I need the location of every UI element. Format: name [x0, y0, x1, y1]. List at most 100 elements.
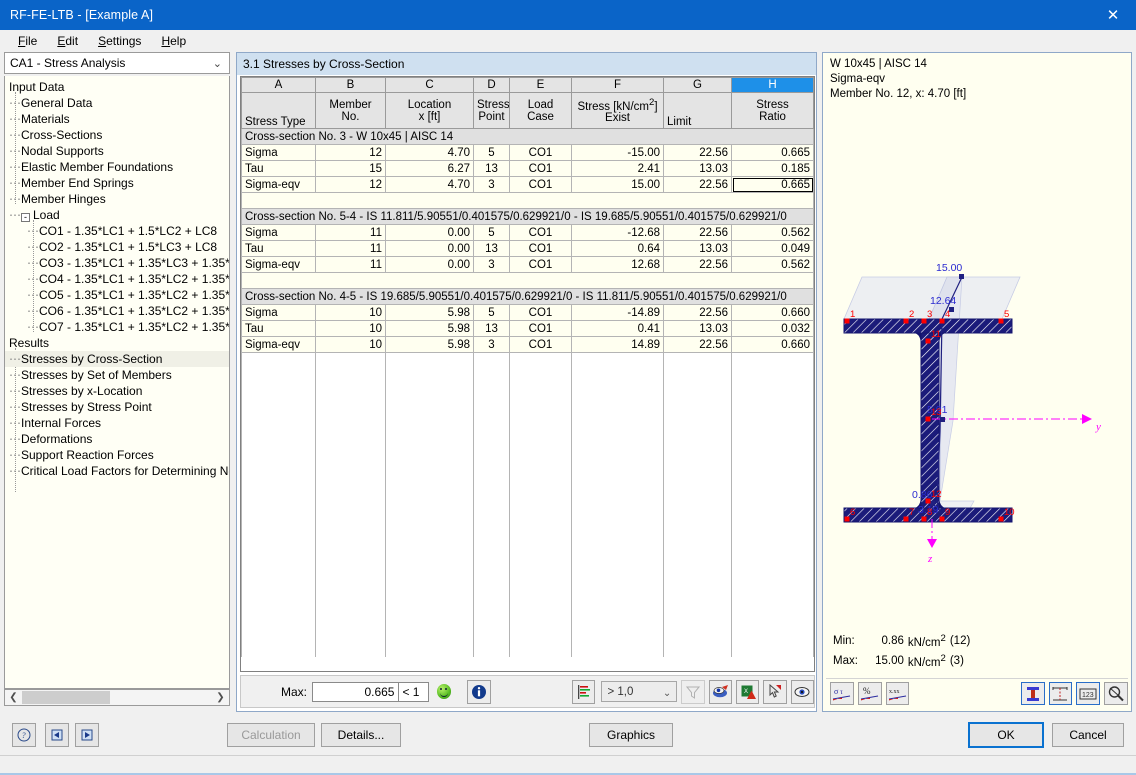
dimension-lines-icon[interactable]	[1049, 682, 1073, 705]
cell-point[interactable]: 5	[474, 305, 510, 321]
cell-location[interactable]: 5.98	[386, 337, 474, 353]
cell-ratio[interactable]: 0.665	[732, 145, 814, 161]
cell-limit[interactable]: 22.56	[664, 337, 732, 353]
scroll-right-icon[interactable]: ❯	[212, 692, 229, 703]
tree-item[interactable]: Input Data	[5, 79, 229, 95]
excel-export-icon[interactable]: X	[736, 680, 759, 704]
tree-item[interactable]: CO5 - 1.35*LC1 + 1.35*LC2 + 1.35*	[5, 287, 229, 303]
render-view-icon[interactable]	[709, 680, 732, 704]
analysis-case-combobox[interactable]: CA1 - Stress Analysis ⌄	[4, 52, 230, 74]
cell-limit[interactable]: 13.03	[664, 241, 732, 257]
column-letter-B[interactable]: B	[316, 78, 386, 93]
tree-item[interactable]: Member End Springs	[5, 175, 229, 191]
table-row[interactable]: Sigma-eqv124.703CO115.0022.560.665	[242, 177, 814, 193]
cell-ratio[interactable]: 0.665	[732, 177, 814, 193]
filter-threshold-select[interactable]: > 1,0 ⌄	[601, 681, 677, 702]
cell-type[interactable]: Sigma-eqv	[242, 257, 316, 273]
cell-load_case[interactable]: CO1	[510, 161, 572, 177]
tree-expander-icon[interactable]: -	[21, 213, 30, 222]
cell-exist[interactable]: -14.89	[572, 305, 664, 321]
cell-member[interactable]: 11	[316, 225, 386, 241]
stress-point-marker[interactable]	[999, 517, 1004, 522]
scroll-left-icon[interactable]: ❮	[5, 692, 22, 703]
tree-item[interactable]: Stresses by x-Location	[5, 383, 229, 399]
cell-ratio[interactable]: 0.032	[732, 321, 814, 337]
cell-load_case[interactable]: CO1	[510, 177, 572, 193]
cell-type[interactable]: Sigma-eqv	[242, 177, 316, 193]
close-icon[interactable]: ✕	[1090, 0, 1136, 30]
tree-item[interactable]: CO2 - 1.35*LC1 + 1.5*LC3 + LC8	[5, 239, 229, 255]
tree-item[interactable]: Stresses by Cross-Section	[5, 351, 229, 367]
cell-type[interactable]: Sigma	[242, 145, 316, 161]
table-row[interactable]: Tau156.2713CO12.4113.030.185	[242, 161, 814, 177]
cell-ratio[interactable]: 0.185	[732, 161, 814, 177]
cell-exist[interactable]: 2.41	[572, 161, 664, 177]
percent-diagram-icon[interactable]: %	[858, 682, 882, 705]
cell-type[interactable]: Sigma	[242, 225, 316, 241]
cell-ratio[interactable]: 0.049	[732, 241, 814, 257]
cell-member[interactable]: 15	[316, 161, 386, 177]
table-row[interactable]: Sigma-eqv110.003CO112.6822.560.562	[242, 257, 814, 273]
cell-limit[interactable]: 22.56	[664, 177, 732, 193]
cell-point[interactable]: 13	[474, 161, 510, 177]
cross-section-stress-diagram[interactable]: y z 15.0012.645.910.863.19 1234511131267…	[824, 111, 1130, 691]
cell-location[interactable]: 6.27	[386, 161, 474, 177]
stress-point-marker[interactable]	[845, 517, 850, 522]
cell-point[interactable]: 13	[474, 321, 510, 337]
menu-item-settings[interactable]: Settings	[88, 32, 151, 50]
table-row[interactable]: Sigma105.985CO1-14.8922.560.660	[242, 305, 814, 321]
tree-item[interactable]: CO1 - 1.35*LC1 + 1.5*LC2 + LC8	[5, 223, 229, 239]
tree-item[interactable]: Support Reaction Forces	[5, 447, 229, 463]
cell-ratio[interactable]: 0.660	[732, 305, 814, 321]
cell-member[interactable]: 10	[316, 305, 386, 321]
column-letter-H[interactable]: H	[732, 78, 814, 93]
menu-item-edit[interactable]: Edit	[47, 32, 88, 50]
tree-item[interactable]: Deformations	[5, 431, 229, 447]
cell-load_case[interactable]: CO1	[510, 225, 572, 241]
stress-point-marker[interactable]	[940, 319, 945, 324]
column-letter-C[interactable]: C	[386, 78, 474, 93]
cell-point[interactable]: 5	[474, 145, 510, 161]
cell-type[interactable]: Sigma-eqv	[242, 337, 316, 353]
funnel-icon[interactable]	[681, 680, 704, 704]
previous-module-icon[interactable]	[45, 723, 69, 747]
tree-item[interactable]: Member Hinges	[5, 191, 229, 207]
cell-type[interactable]: Sigma	[242, 305, 316, 321]
stress-point-marker[interactable]	[940, 517, 945, 522]
cell-exist[interactable]: 0.41	[572, 321, 664, 337]
stress-point-marker[interactable]	[922, 319, 927, 324]
cell-member[interactable]: 10	[316, 337, 386, 353]
stress-point-marker[interactable]	[904, 517, 909, 522]
cell-load_case[interactable]: CO1	[510, 145, 572, 161]
table-row[interactable]: Sigma124.705CO1-15.0022.560.665	[242, 145, 814, 161]
cell-point[interactable]: 3	[474, 177, 510, 193]
table-row[interactable]: Tau110.0013CO10.6413.030.049	[242, 241, 814, 257]
cell-exist[interactable]: 15.00	[572, 177, 664, 193]
cell-type[interactable]: Tau	[242, 241, 316, 257]
tree-item[interactable]: CO6 - 1.35*LC1 + 1.35*LC2 + 1.35*	[5, 303, 229, 319]
column-letter-E[interactable]: E	[510, 78, 572, 93]
visibility-icon[interactable]	[791, 680, 814, 704]
tree-item[interactable]: General Data	[5, 95, 229, 111]
cell-exist[interactable]: 14.89	[572, 337, 664, 353]
cell-ratio[interactable]: 0.562	[732, 257, 814, 273]
tree-item[interactable]: Internal Forces	[5, 415, 229, 431]
stress-point-marker[interactable]	[926, 339, 931, 344]
cell-exist[interactable]: 12.68	[572, 257, 664, 273]
cell-exist[interactable]: -12.68	[572, 225, 664, 241]
cell-exist[interactable]: -15.00	[572, 145, 664, 161]
cell-point[interactable]: 13	[474, 241, 510, 257]
cell-exist[interactable]: 0.64	[572, 241, 664, 257]
stress-point-marker[interactable]	[845, 319, 850, 324]
tree-item[interactable]: Elastic Member Foundations	[5, 159, 229, 175]
column-letter-A[interactable]: A	[242, 78, 316, 93]
menu-item-help[interactable]: Help	[151, 32, 196, 50]
result-bars-icon[interactable]	[572, 680, 595, 704]
tree-item[interactable]: Stresses by Stress Point	[5, 399, 229, 415]
stress-point-marker[interactable]	[904, 319, 909, 324]
pick-member-icon[interactable]	[763, 680, 786, 704]
cell-member[interactable]: 12	[316, 145, 386, 161]
cell-member[interactable]: 10	[316, 321, 386, 337]
tree-item[interactable]: Critical Load Factors for Determining N-…	[5, 463, 229, 479]
next-module-icon[interactable]	[75, 723, 99, 747]
